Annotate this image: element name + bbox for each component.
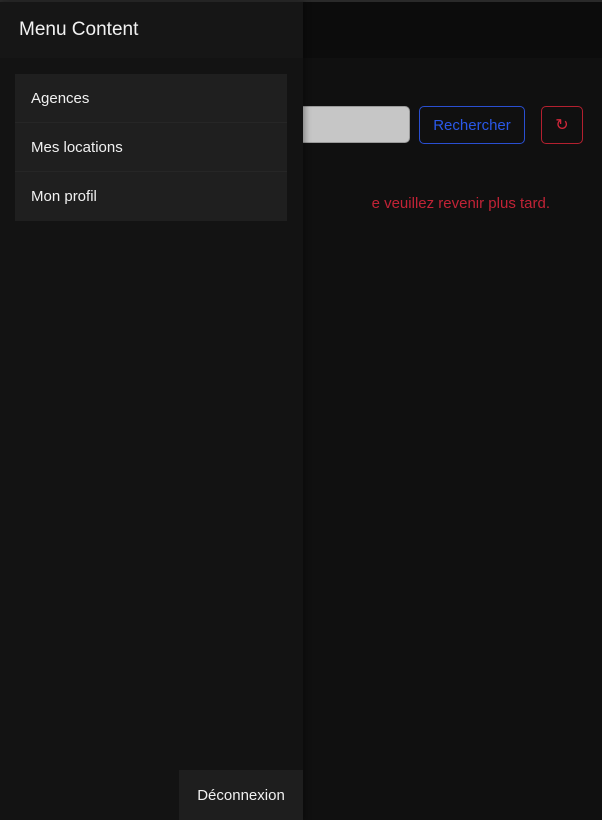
side-menu: Menu Content Agences Mes locations Mon p…: [0, 2, 303, 820]
menu-item-label: Agences: [31, 89, 90, 107]
logout-button[interactable]: Déconnexion: [179, 770, 303, 820]
app-page: Rechercher ↻ e veuillez revenir plus tar…: [0, 0, 602, 820]
menu-item-label: Mon profil: [31, 188, 97, 205]
refresh-icon: ↻: [555, 117, 569, 134]
menu-title: Menu Content: [19, 19, 139, 40]
menu-list: Agences Mes locations Mon profil: [15, 74, 287, 221]
menu-item-mon-profil[interactable]: Mon profil: [15, 172, 287, 221]
search-button[interactable]: Rechercher: [419, 106, 525, 144]
error-message-text: e veuillez revenir plus tard.: [371, 195, 550, 212]
logout-button-label: Déconnexion: [197, 786, 285, 804]
menu-item-label: Mes locations: [31, 138, 123, 156]
search-button-label: Rechercher: [433, 116, 511, 134]
menu-item-mes-locations[interactable]: Mes locations: [15, 123, 287, 172]
menu-header: Menu Content: [0, 2, 303, 58]
menu-item-agences[interactable]: Agences: [15, 74, 287, 123]
refresh-button[interactable]: ↻: [541, 106, 583, 144]
